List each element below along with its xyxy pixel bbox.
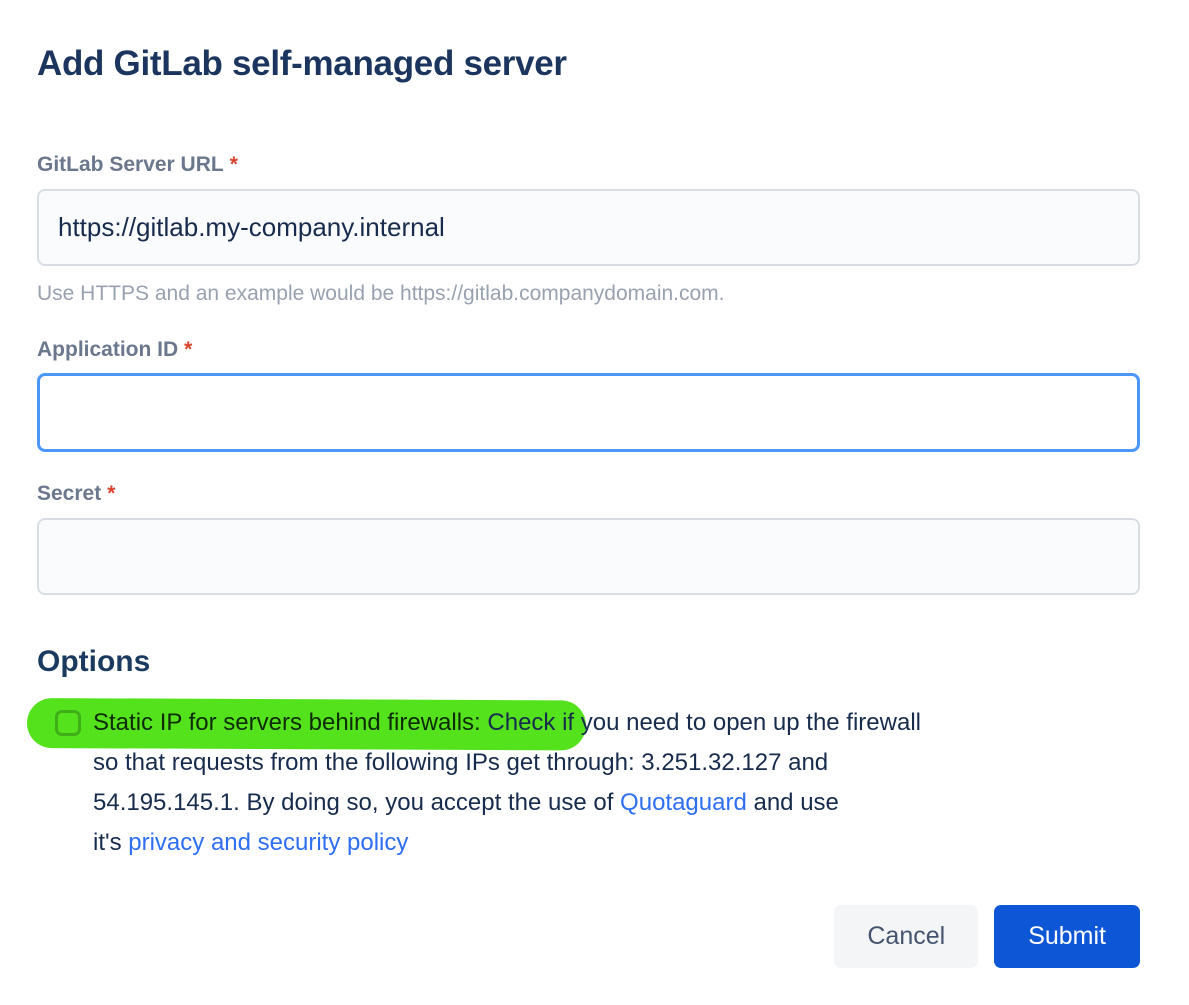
form-actions: Cancel Submit [37, 905, 1140, 968]
secret-input[interactable] [37, 518, 1140, 595]
privacy-policy-link[interactable]: privacy and security policy [128, 829, 408, 856]
static-ip-description: Static IP for servers behind firewalls: … [93, 703, 921, 863]
static-ip-line-2: so that requests from the following IPs … [93, 743, 921, 783]
options-heading: Options [37, 645, 1140, 679]
required-asterisk: * [230, 153, 238, 176]
static-ip-line-3: 54.195.145.1. By doing so, you accept th… [93, 783, 921, 823]
add-gitlab-server-page: Add GitLab self-managed server GitLab Se… [0, 0, 1189, 1005]
application-id-label-text: Application ID [37, 338, 178, 361]
secret-label: Secret * [37, 482, 1140, 506]
application-id-input[interactable] [37, 373, 1140, 452]
static-ip-line-1: Static IP for servers behind firewalls: … [93, 703, 921, 743]
required-asterisk: * [184, 338, 192, 361]
quotaguard-link[interactable]: Quotaguard [620, 789, 747, 816]
static-ip-line3-post: and use [747, 789, 839, 816]
static-ip-line-4: it's privacy and security policy [93, 823, 921, 863]
server-url-label-text: GitLab Server URL [37, 153, 224, 176]
server-url-helper-text: Use HTTPS and an example would be https:… [37, 281, 1140, 307]
secret-label-text: Secret [37, 482, 101, 505]
required-asterisk: * [107, 482, 115, 505]
static-ip-option-content: Static IP for servers behind firewalls: … [37, 703, 1140, 863]
page-title: Add GitLab self-managed server [37, 40, 1140, 87]
server-url-label: GitLab Server URL * [37, 153, 1140, 177]
static-ip-line4-pre: it's [93, 829, 128, 856]
static-ip-option-row: Static IP for servers behind firewalls: … [37, 703, 1140, 863]
server-url-input[interactable] [37, 189, 1140, 266]
static-ip-highlighted-label: Static IP for servers behind firewalls: [93, 709, 481, 736]
static-ip-checkbox[interactable] [55, 710, 81, 736]
cancel-button[interactable]: Cancel [834, 905, 978, 968]
submit-button[interactable]: Submit [994, 905, 1140, 968]
static-ip-line1-rest: Check if you need to open up the firewal… [481, 709, 921, 736]
application-id-label: Application ID * [37, 338, 1140, 362]
static-ip-line3-pre: 54.195.145.1. By doing so, you accept th… [93, 789, 620, 816]
